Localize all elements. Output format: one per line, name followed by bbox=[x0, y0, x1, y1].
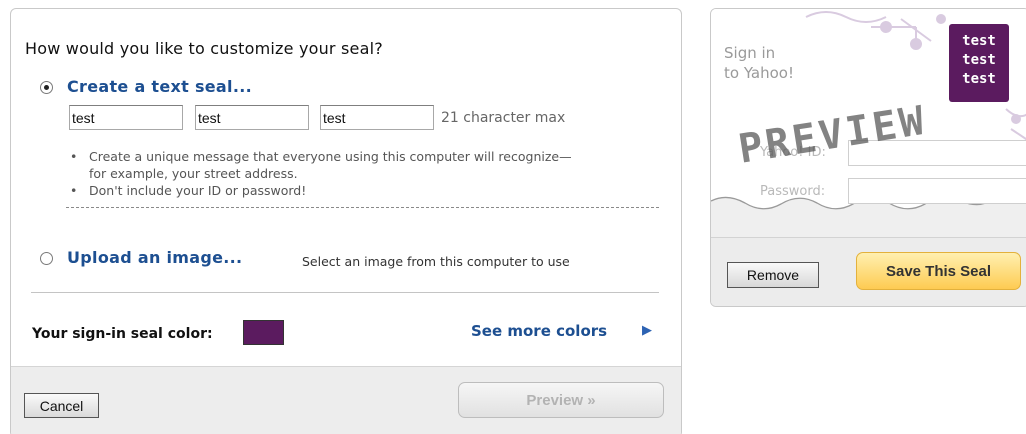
customize-heading: How would you like to customize your sea… bbox=[25, 39, 383, 58]
dashed-divider bbox=[66, 207, 659, 208]
save-seal-button[interactable]: Save This Seal bbox=[856, 252, 1021, 290]
remove-button[interactable]: Remove bbox=[727, 262, 819, 288]
preview-area: Sign in to Yahoo! test test test Yahoo! … bbox=[711, 9, 1026, 237]
tip-item: Create a unique message that everyone us… bbox=[66, 148, 572, 182]
seal-tips-list: Create a unique message that everyone us… bbox=[66, 148, 572, 199]
password-label: Password: bbox=[760, 184, 826, 199]
upload-image-radio[interactable] bbox=[40, 252, 53, 265]
see-more-colors-link[interactable]: See more colors bbox=[471, 322, 607, 340]
password-field-preview bbox=[848, 178, 1026, 204]
text-seal-radio[interactable] bbox=[40, 81, 53, 94]
upload-hint: Select an image from this computer to us… bbox=[302, 254, 570, 269]
seal-text-line-1[interactable] bbox=[69, 105, 183, 130]
upload-image-option-label[interactable]: Upload an image... bbox=[67, 248, 242, 267]
text-seal-option-label[interactable]: Create a text seal... bbox=[67, 77, 252, 96]
play-arrow-icon[interactable]: ▶ bbox=[642, 323, 652, 338]
tip-item: Don't include your ID or password! bbox=[66, 182, 572, 199]
cancel-button[interactable]: Cancel bbox=[24, 393, 99, 418]
section-divider bbox=[31, 292, 659, 293]
seal-text-line-2[interactable] bbox=[195, 105, 309, 130]
seal-preview-panel: Sign in to Yahoo! test test test Yahoo! … bbox=[710, 8, 1026, 307]
dialog-footer: Cancel Preview » bbox=[11, 366, 681, 434]
customize-seal-panel: How would you like to customize your sea… bbox=[10, 8, 682, 434]
seal-badge: test test test bbox=[949, 24, 1009, 102]
preview-button[interactable]: Preview » bbox=[458, 382, 664, 418]
signin-heading: Sign in to Yahoo! bbox=[724, 44, 794, 82]
seal-color-swatch[interactable] bbox=[243, 320, 284, 345]
preview-actions: Remove Save This Seal bbox=[711, 237, 1026, 306]
seal-color-label: Your sign-in seal color: bbox=[32, 326, 213, 342]
char-max-note: 21 character max bbox=[441, 110, 566, 126]
seal-text-line-3[interactable] bbox=[320, 105, 434, 130]
